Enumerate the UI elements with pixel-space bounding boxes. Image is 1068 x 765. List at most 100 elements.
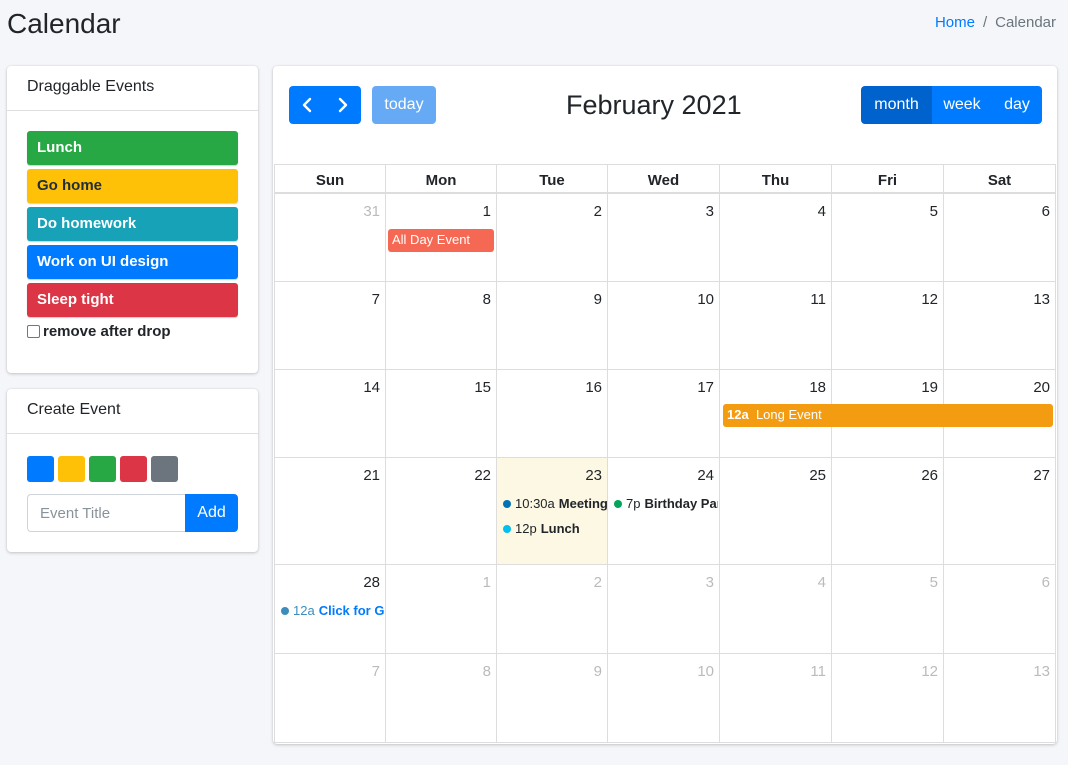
day-number: 31 — [363, 203, 380, 220]
day-number: 26 — [921, 467, 938, 484]
day-number: 6 — [1041, 574, 1050, 591]
event-time: 12a — [727, 407, 749, 422]
calendar-card: today February 2021 month week day Sun M… — [273, 66, 1057, 744]
day-cell[interactable]: 10 — [608, 282, 720, 369]
day-cell[interactable]: 28 12a Click for Google — [274, 565, 386, 653]
external-event-do-homework[interactable]: Do homework — [27, 207, 238, 241]
draggable-events-card: Draggable Events Lunch Go home Do homewo… — [7, 66, 258, 373]
color-swatch-green[interactable] — [89, 456, 116, 482]
day-number: 11 — [810, 291, 826, 308]
event-dot — [614, 499, 622, 508]
new-event-row: Add — [27, 494, 258, 532]
day-cell-today[interactable]: 23 10:30a Meeting 12p Lunch — [497, 458, 608, 564]
color-swatch-blue[interactable] — [27, 456, 54, 482]
day-cell[interactable]: 7 — [274, 654, 386, 742]
event-dot — [503, 499, 511, 508]
day-cell[interactable]: 5 — [832, 565, 944, 653]
remove-after-drop-checkbox[interactable] — [27, 325, 40, 338]
event-long-event[interactable]: 12a Long Event — [723, 404, 1053, 427]
day-number: 19 — [921, 379, 938, 396]
day-number: 9 — [593, 291, 602, 308]
day-cell[interactable]: 22 — [386, 458, 497, 564]
day-number: 4 — [817, 574, 826, 591]
add-event-button[interactable]: Add — [185, 494, 238, 532]
event-dot — [503, 524, 511, 533]
day-cell[interactable]: 25 — [720, 458, 832, 564]
day-number: 6 — [1041, 203, 1050, 220]
day-cell[interactable]: 3 — [608, 565, 720, 653]
event-time: 12a — [293, 603, 315, 618]
day-cell[interactable]: 1 All Day Event — [386, 194, 497, 281]
day-number: 24 — [697, 467, 714, 484]
day-cell[interactable]: 1 — [386, 565, 497, 653]
week-view-button[interactable]: week — [932, 86, 992, 124]
day-cell[interactable]: 4 — [720, 194, 832, 281]
day-cell[interactable]: 8 — [386, 282, 497, 369]
day-cell[interactable]: 27 — [944, 458, 1056, 564]
color-swatch-gray[interactable] — [151, 456, 178, 482]
day-number: 20 — [1033, 379, 1050, 396]
remove-after-drop-row: remove after drop — [27, 323, 258, 340]
breadcrumb-home-link[interactable]: Home — [935, 14, 975, 31]
day-cell[interactable]: 6 — [944, 194, 1056, 281]
event-time: 12p — [515, 521, 537, 536]
day-cell[interactable]: 10 — [608, 654, 720, 742]
event-title-input[interactable] — [27, 494, 185, 532]
event-birthday-party[interactable]: 7p Birthday Party — [614, 496, 718, 511]
month-view-button[interactable]: month — [861, 86, 932, 124]
day-cell[interactable]: 6 — [944, 565, 1056, 653]
day-cell[interactable]: 13 — [944, 282, 1056, 369]
external-event-work-on-ui-design[interactable]: Work on UI design — [27, 245, 238, 279]
day-cell[interactable]: 24 7p Birthday Party — [608, 458, 720, 564]
day-cell[interactable]: 4 — [720, 565, 832, 653]
day-cell[interactable]: 2 — [497, 565, 608, 653]
view-switcher: month week day — [861, 86, 1042, 124]
day-cell[interactable]: 9 — [497, 282, 608, 369]
chevron-left-icon — [302, 97, 312, 113]
day-cell[interactable]: 12 — [832, 282, 944, 369]
day-cell[interactable]: 9 — [497, 654, 608, 742]
event-lunch[interactable]: 12p Lunch — [503, 521, 607, 536]
day-number: 25 — [809, 467, 826, 484]
day-cell[interactable]: 11 — [720, 654, 832, 742]
day-cell[interactable]: 15 — [386, 370, 497, 457]
day-cell[interactable]: 16 — [497, 370, 608, 457]
day-number: 16 — [585, 379, 602, 396]
create-event-card: Create Event Add — [7, 389, 258, 552]
day-cell[interactable]: 5 — [832, 194, 944, 281]
day-cell[interactable]: 31 — [274, 194, 386, 281]
day-cell[interactable]: 13 — [944, 654, 1056, 742]
next-button[interactable] — [325, 86, 361, 124]
day-number: 9 — [593, 663, 602, 680]
week-row: 21 22 23 10:30a Meeting 12p Lunch 24 7p — [274, 458, 1056, 565]
day-cell[interactable]: 26 — [832, 458, 944, 564]
external-event-go-home[interactable]: Go home — [27, 169, 238, 203]
prev-button[interactable] — [289, 86, 325, 124]
day-number: 8 — [482, 291, 491, 308]
remove-after-drop-label[interactable]: remove after drop — [43, 323, 171, 340]
day-cell[interactable]: 2 — [497, 194, 608, 281]
today-button[interactable]: today — [372, 86, 436, 124]
color-swatch-red[interactable] — [120, 456, 147, 482]
external-event-sleep-tight[interactable]: Sleep tight — [27, 283, 238, 317]
day-view-button[interactable]: day — [992, 86, 1042, 124]
day-number: 2 — [593, 203, 602, 220]
week-row: 14 15 16 17 18 19 20 12a Long Event — [274, 370, 1056, 458]
event-click-for-google[interactable]: 12a Click for Google — [281, 603, 385, 618]
external-event-lunch[interactable]: Lunch — [27, 131, 238, 165]
day-cell[interactable]: 7 — [274, 282, 386, 369]
event-meeting[interactable]: 10:30a Meeting — [503, 496, 607, 511]
breadcrumb: Home / Calendar — [935, 14, 1056, 31]
color-swatch-yellow[interactable] — [58, 456, 85, 482]
day-cell[interactable]: 17 — [608, 370, 720, 457]
page-title: Calendar — [7, 8, 121, 39]
event-all-day[interactable]: All Day Event — [388, 229, 494, 252]
day-cell[interactable]: 12 — [832, 654, 944, 742]
day-cell[interactable]: 14 — [274, 370, 386, 457]
day-cell[interactable]: 3 — [608, 194, 720, 281]
day-cell[interactable]: 11 — [720, 282, 832, 369]
event-title: Meeting — [558, 496, 607, 511]
day-number: 18 — [809, 379, 826, 396]
day-cell[interactable]: 8 — [386, 654, 497, 742]
day-cell[interactable]: 21 — [274, 458, 386, 564]
